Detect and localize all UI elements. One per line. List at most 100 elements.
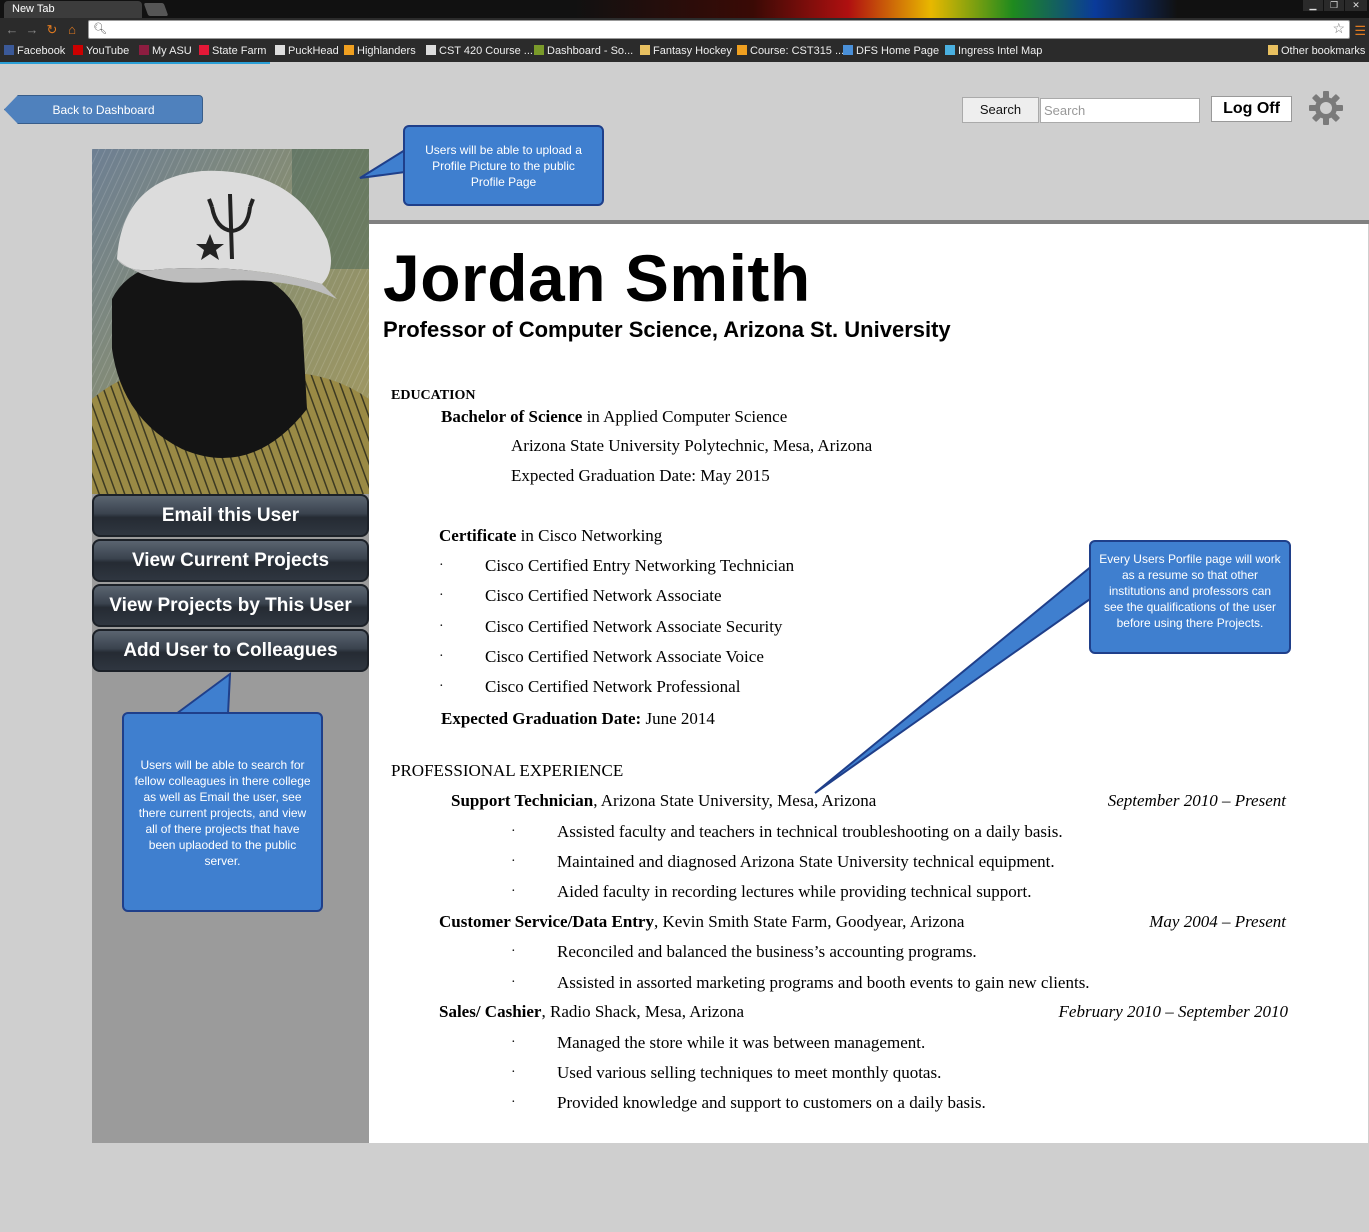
gear-icon[interactable] xyxy=(1308,90,1344,126)
bookmark-item[interactable]: My ASU xyxy=(139,45,192,57)
address-bar[interactable]: 🔍︎ ☆ xyxy=(88,20,1350,39)
bookmark-item[interactable]: Fantasy Hockey xyxy=(640,45,732,57)
bookmark-label: PuckHead xyxy=(288,45,339,57)
bullet-icon: · xyxy=(439,649,444,664)
bullet-icon: · xyxy=(511,1035,516,1050)
bookmark-item[interactable]: CST 420 Course ... xyxy=(426,45,533,57)
add-to-colleagues-button[interactable]: Add User to Colleagues xyxy=(92,629,369,672)
bookmark-item[interactable]: Dashboard - So... xyxy=(534,45,633,57)
bookmark-item[interactable]: PuckHead xyxy=(275,45,339,57)
email-user-button[interactable]: Email this User xyxy=(92,494,369,537)
view-projects-by-user-button[interactable]: View Projects by This User xyxy=(92,584,369,627)
bookmark-label: YouTube xyxy=(86,45,130,57)
certificate-item: Cisco Certified Network Associate Voice xyxy=(485,647,764,666)
folder-icon xyxy=(1268,45,1278,55)
bullet-icon: · xyxy=(439,679,444,694)
bookmark-item[interactable]: YouTube xyxy=(73,45,129,57)
bullet-icon: · xyxy=(511,884,516,899)
restore-icon[interactable]: ❐ xyxy=(1324,0,1344,11)
bookmark-label: Course: CST315 ... xyxy=(750,45,845,57)
degree-name: Bachelor of Science xyxy=(441,407,583,426)
bookmark-item[interactable]: Highlanders xyxy=(344,45,416,57)
bullet-icon: · xyxy=(439,588,444,603)
job-duty: Managed the store while it was between m… xyxy=(557,1033,926,1052)
close-icon[interactable]: ✕ xyxy=(1345,0,1367,11)
bullet-icon: · xyxy=(511,944,516,959)
bullet-icon: · xyxy=(439,558,444,573)
other-bookmarks[interactable]: Other bookmarks xyxy=(1268,45,1365,57)
certificate: Certificate in Cisco Networking xyxy=(439,526,662,546)
bookmark-item[interactable]: Course: CST315 ... xyxy=(737,45,844,57)
search-icon: 🔍︎ xyxy=(93,23,107,35)
job-duty: Provided knowledge and support to custom… xyxy=(557,1093,986,1112)
certificate-item: Cisco Certified Network Associate Securi… xyxy=(485,617,783,636)
bookmark-favicon-icon xyxy=(73,45,83,55)
bookmark-item[interactable]: State Farm xyxy=(199,45,266,57)
bookmark-favicon-icon xyxy=(945,45,955,55)
back-arrow-icon[interactable]: ← xyxy=(4,22,20,38)
bookmark-label: DFS Home Page xyxy=(856,45,940,57)
bookmark-label: My ASU xyxy=(152,45,192,57)
job-duty: Assisted in assorted marketing programs … xyxy=(557,973,1090,992)
reload-icon[interactable]: ↻ xyxy=(44,22,60,38)
home-icon[interactable]: ⌂ xyxy=(64,22,80,38)
bookmark-favicon-icon xyxy=(139,45,149,55)
job-organization: , Arizona State University, Mesa, Arizon… xyxy=(593,791,877,810)
job-heading: Support Technician, Arizona State Univer… xyxy=(451,791,876,811)
job-duty: Assisted faculty and teachers in technic… xyxy=(557,822,1063,841)
bookmark-favicon-icon xyxy=(275,45,285,55)
certificate-item: Cisco Certified Network Associate xyxy=(485,586,722,605)
browser-toolbar: ← → ↻ ⌂ 🔍︎ ☆ ☰ xyxy=(0,18,1369,42)
bookmark-favicon-icon xyxy=(344,45,354,55)
bookmark-item[interactable]: Ingress Intel Map xyxy=(945,45,1042,57)
bookmark-label: Ingress Intel Map xyxy=(958,45,1043,57)
menu-icon[interactable]: ☰ xyxy=(1354,23,1366,39)
bookmark-favicon-icon xyxy=(843,45,853,55)
bookmark-favicon-icon xyxy=(4,45,14,55)
education-heading: EDUCATION xyxy=(391,388,476,403)
school: Arizona State University Polytechnic, Me… xyxy=(511,436,873,455)
job-duty: Aided faculty in recording lectures whil… xyxy=(557,882,1032,901)
certificate-field: in Cisco Networking xyxy=(516,526,663,545)
experience-heading: PROFESSIONAL EXPERIENCE xyxy=(391,761,624,780)
profile-picture-callout: Users will be able to upload a Profile P… xyxy=(403,125,604,206)
bullet-icon: · xyxy=(511,1065,516,1080)
bookmark-favicon-icon xyxy=(426,45,436,55)
bullet-icon: · xyxy=(511,1095,516,1110)
minimize-icon[interactable]: ▁ xyxy=(1303,0,1323,11)
graduation-date: Expected Graduation Date: May 2015 xyxy=(511,466,770,485)
bookmarks-bar: Facebook YouTube My ASU State Farm PuckHead H… xyxy=(0,42,1369,62)
bookmark-item[interactable]: Facebook xyxy=(4,45,65,57)
back-to-dashboard-button[interactable]: Back to Dashboard xyxy=(4,95,203,124)
bookmark-favicon-icon xyxy=(534,45,544,55)
bookmark-label: Highlanders xyxy=(357,45,416,57)
tab-title: New Tab xyxy=(12,3,55,15)
star-icon[interactable]: ☆ xyxy=(1332,20,1345,37)
bullet-icon: · xyxy=(511,975,516,990)
search-button[interactable]: Search xyxy=(962,97,1039,123)
bookmark-label: State Farm xyxy=(212,45,267,57)
job-organization: , Radio Shack, Mesa, Arizona xyxy=(541,1002,745,1021)
bookmark-label: CST 420 Course ... xyxy=(439,45,533,57)
loading-indicator xyxy=(0,62,270,64)
job-duty: Reconciled and balanced the business’s a… xyxy=(557,942,977,961)
job-dates: September 2010 – Present xyxy=(1107,791,1286,810)
cert-graduation: Expected Graduation Date: June 2014 xyxy=(441,709,715,729)
job-title: Support Technician xyxy=(451,791,594,810)
bookmark-favicon-icon xyxy=(199,45,209,55)
other-bookmarks-label: Other bookmarks xyxy=(1281,45,1366,57)
new-tab-button[interactable] xyxy=(143,3,169,16)
resume-callout: Every Users Porfile page will work as a … xyxy=(1089,540,1291,654)
bookmark-favicon-icon xyxy=(640,45,650,55)
job-duty: Used various selling techniques to meet … xyxy=(557,1063,942,1082)
bookmark-item[interactable]: DFS Home Page xyxy=(843,45,939,57)
log-off-button[interactable]: Log Off xyxy=(1211,96,1292,122)
browser-tab[interactable]: New Tab xyxy=(4,1,142,18)
bookmark-label: Facebook xyxy=(17,45,66,57)
profile-title: Professor of Computer Science, Arizona S… xyxy=(383,317,951,342)
view-current-projects-button[interactable]: View Current Projects xyxy=(92,539,369,582)
bookmark-label: Dashboard - So... xyxy=(547,45,634,57)
forward-arrow-icon[interactable]: → xyxy=(24,22,40,38)
search-input[interactable] xyxy=(1040,98,1200,123)
bookmark-label: Fantasy Hockey xyxy=(653,45,732,57)
